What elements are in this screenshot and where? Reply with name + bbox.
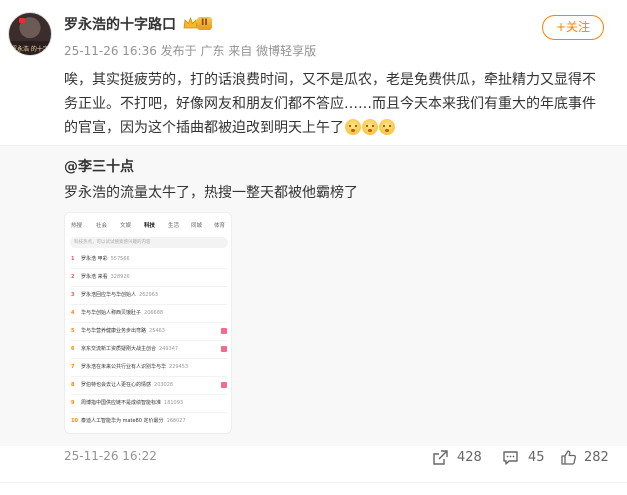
hot-badge [221,382,227,388]
repost-count: 428 [457,450,482,465]
like-count: 282 [584,450,609,465]
hot-tabs: 热搜 社会 文娱 科技 生活 同城 体育 [65,221,231,238]
hot-tab: 社会 [96,223,108,229]
comment-button[interactable]: 45 [502,448,552,468]
hot-tab: 生活 [168,223,180,229]
hot-row: 4 华与华创始人称西贝饿肚子 206688 [71,310,164,316]
repost-area[interactable]: @李三十点 罗永浩的流量太牛了，热搜一整天都被他霸榜了 热搜 社会 文娱 科技 … [0,146,627,446]
hot-separator [71,286,227,287]
hot-tab: 热搜 [71,223,83,229]
hot-row: 9 周博指中国供应链不是成绩智能标准 181093 [71,400,184,406]
post-text-content: 唉，其实挺疲劳的，打的话浪费时间，又不是瓜农，老是免费供瓜，牵扯精力又显得不务正… [64,72,596,136]
hot-separator [71,394,227,395]
hot-tab-active: 科技 [144,223,156,229]
post-text: 唉，其实挺疲劳的，打的话浪费时间，又不是瓜农，老是免费供瓜，牵扯精力又显得不务正… [64,68,609,140]
post-meta: 25-11-26 16:36 发布于 广东 来自 微博轻享版 [64,44,317,58]
repost-icon [433,450,448,465]
hot-separator [71,304,227,305]
avatar-logo-mark [19,18,25,23]
hot-row: 6 京东交流新工资质疑刚大战主创合 249347 [71,343,229,355]
hot-row: 10 泰迪人工智能华为 mate80 定价最分 168027 [71,418,186,424]
hot-row: 8 罗伯特也会去让人更在心的情感 203028 [71,379,229,391]
comment-count: 45 [528,450,545,465]
hot-tab: 同城 [191,223,203,229]
repost-user[interactable]: @李三十点 [64,156,134,176]
hot-separator [71,268,227,269]
hot-row: 1 罗永浩 甲彩 557566 [71,256,130,262]
hot-separator [71,412,227,413]
vip-level: II [197,17,212,30]
hot-search-box: 科技热点，可以试试搜索感兴趣的内容 [70,237,228,248]
emoji-icon [362,119,378,135]
comment-icon [503,451,518,465]
repost-button[interactable]: 428 [432,448,492,468]
hot-search-screenshot[interactable]: 热搜 社会 文娱 科技 生活 同城 体育 科技热点，可以试试搜索感兴趣的内容 1… [64,212,232,434]
hot-row: 7 罗永浩在未来公共行业有人识别华与华 229453 [71,364,189,370]
hot-row: 2 罗永浩 来看 328926 [71,274,130,280]
crown-icon [183,16,198,29]
emoji-icon [379,119,395,135]
repost-text: 罗永浩的流量太牛了，热搜一整天都被他霸榜了 [64,185,358,201]
post-header: 罗永浩 的十字路口 罗永浩的十字路口 II 25-11-26 16:36 发布于… [0,0,627,60]
follow-button[interactable]: +关注 [542,15,604,40]
hot-row: 3 罗永浩回应华与华创始人 262963 [71,292,159,298]
hot-badge [221,328,227,334]
avatar[interactable]: 罗永浩 的十字路口 [8,12,52,56]
repost-time[interactable]: 25-11-26 16:22 [64,449,157,463]
hot-tab: 体育 [214,223,226,229]
avatar-caption: 罗永浩 的十字路口 [11,46,51,53]
vip-badge[interactable]: II [183,15,219,32]
hot-row: 5 华与华营养健康业务步出弯路 25463 [71,325,229,337]
like-button[interactable]: 282 [560,448,610,468]
hot-tab: 文娱 [120,223,132,229]
bottom-divider [0,482,627,483]
hot-badge [221,346,227,352]
hot-separator [71,322,227,323]
hot-separator [71,358,227,359]
like-icon [561,450,576,465]
hot-separator [71,376,227,377]
emoji-icon [345,119,361,135]
author-name[interactable]: 罗永浩的十字路口 [64,14,176,34]
hot-separator [71,340,227,341]
